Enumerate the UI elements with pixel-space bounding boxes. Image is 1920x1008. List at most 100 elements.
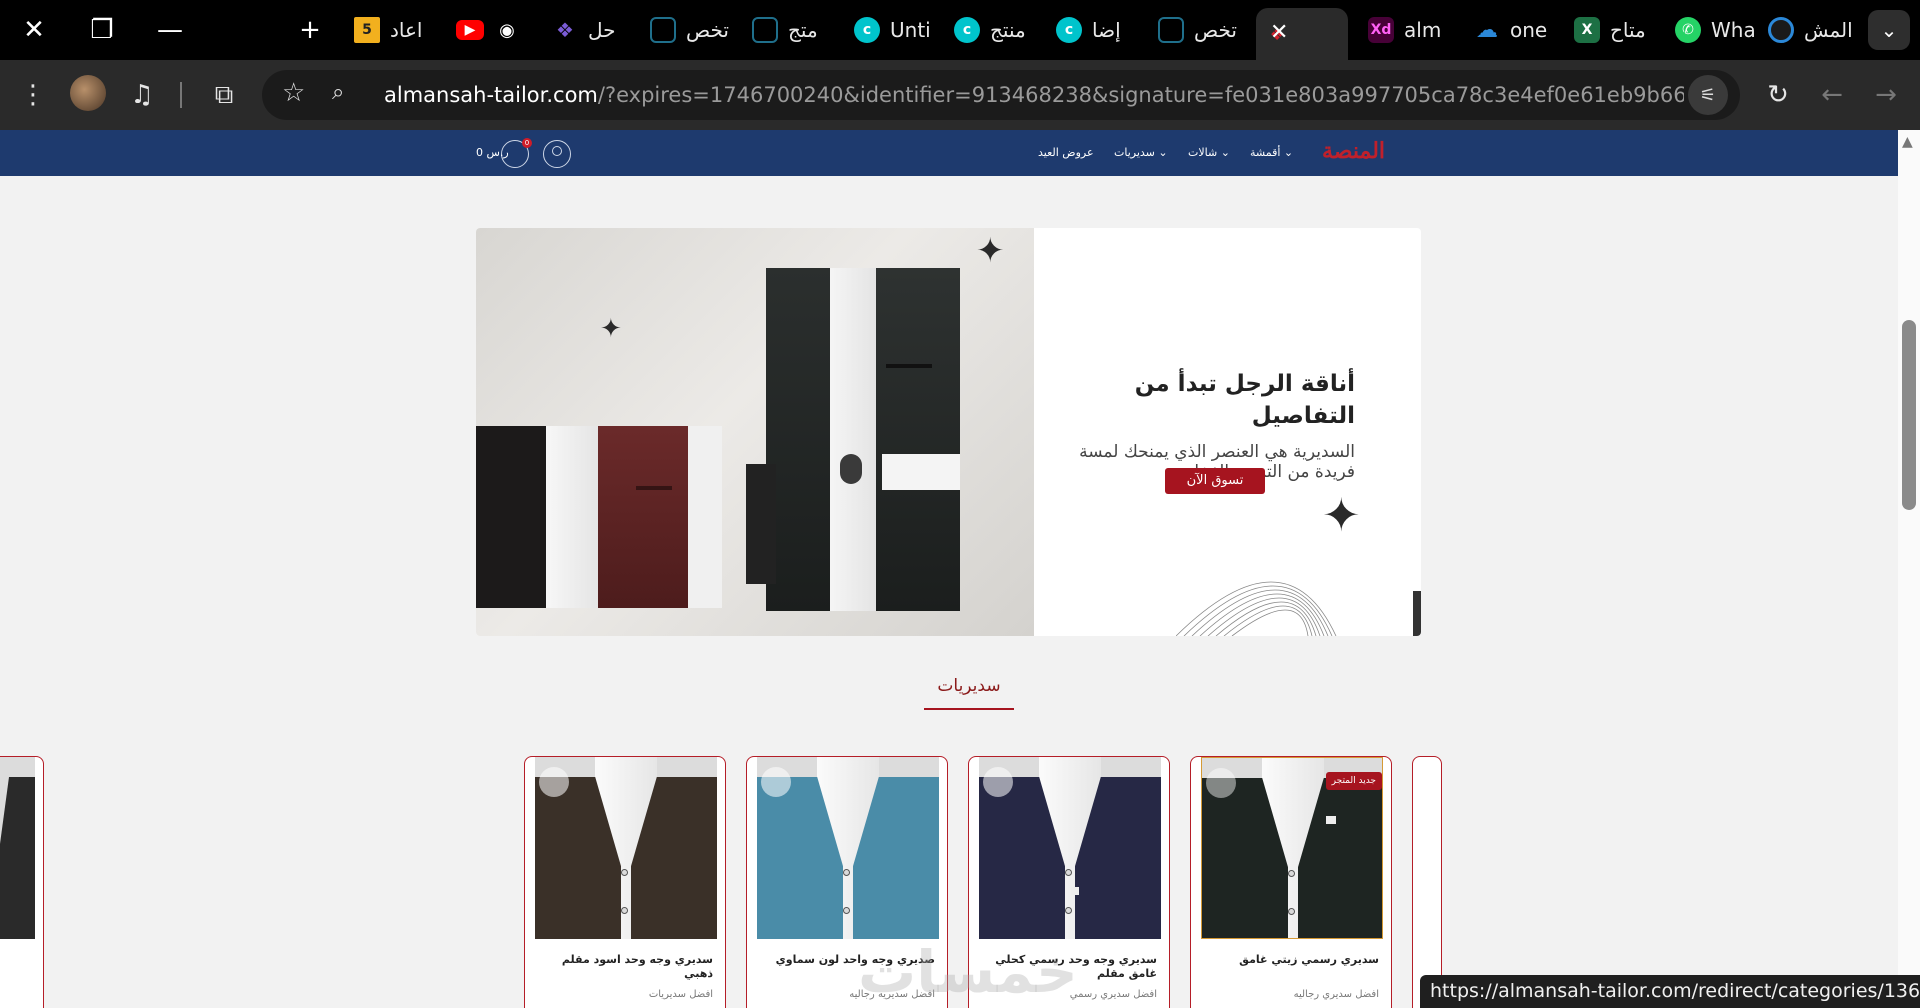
product-name[interactable]: سديري رسمي زيتي غامق bbox=[1203, 953, 1379, 967]
page-viewport: المنصة أقمشة ⌄ شالات ⌄ سديريات ⌄ عروض ال… bbox=[0, 130, 1898, 1008]
onedrive-icon: ☁ bbox=[1476, 17, 1498, 43]
restore-button[interactable]: ❐ bbox=[72, 0, 132, 60]
page-scrollbar[interactable]: ▲ bbox=[1898, 130, 1920, 1008]
cortana-icon bbox=[1768, 17, 1794, 43]
wishlist-button[interactable] bbox=[539, 767, 569, 797]
nav-eid-offers[interactable]: عروض العيد bbox=[1038, 130, 1094, 176]
tab-8[interactable]: c منتج bbox=[946, 12, 1046, 48]
tab-search-dropdown[interactable]: ⌄ bbox=[1868, 10, 1910, 50]
profile-avatar[interactable] bbox=[70, 75, 106, 111]
url-host: almansah-tailor.com bbox=[384, 83, 598, 107]
nav-shawls[interactable]: شالات ⌄ bbox=[1188, 130, 1230, 176]
inbox-icon bbox=[752, 17, 778, 43]
section-underline bbox=[924, 708, 1014, 710]
sparkle-icon: ✦ bbox=[600, 314, 622, 344]
nav-fabrics[interactable]: أقمشة ⌄ bbox=[1250, 130, 1293, 176]
tab-strip: ⌄ المش ✆ Wha X متاح ☁ one Xd alm ❖ ✕ تخص… bbox=[0, 0, 1920, 60]
tab-14[interactable]: 5 اعاد bbox=[346, 12, 446, 48]
hero-banner[interactable]: ✦ ✦ أناقة الرجل تبدأ من التفاصيل السديري… bbox=[476, 228, 1421, 636]
plus-icon: + bbox=[299, 15, 321, 45]
tab-title: one bbox=[1510, 18, 1548, 42]
playlist-icon: ♫ bbox=[130, 80, 154, 110]
slider-control[interactable] bbox=[1413, 591, 1421, 636]
forward-button[interactable]: → bbox=[1864, 73, 1908, 117]
xd-icon: Xd bbox=[1368, 17, 1394, 43]
hero-title: أناقة الرجل تبدأ من التفاصيل bbox=[1134, 371, 1355, 429]
inbox-icon bbox=[650, 17, 676, 43]
product-card[interactable]: جديد المتجر سديري رسمي زيتي غامق افضل سد… bbox=[1190, 756, 1392, 1008]
minimize-button[interactable]: — bbox=[140, 0, 200, 60]
tab-title: المش bbox=[1804, 18, 1853, 42]
product-name[interactable]: سديري وجه وحد اسود مقلم ذهبي bbox=[537, 953, 713, 981]
close-window-button[interactable]: ✕ bbox=[4, 0, 64, 60]
tab-9[interactable]: c Unti bbox=[846, 12, 946, 48]
tab-6[interactable]: تخص bbox=[1150, 12, 1254, 48]
puzzle-icon: ⧉ bbox=[214, 79, 234, 110]
tab-title: تخص bbox=[1194, 18, 1237, 42]
minimize-icon: — bbox=[157, 15, 183, 45]
product-card[interactable]: سديري وجه وحد اسود مقلم ذهبي افضل سديريا… bbox=[524, 756, 726, 1008]
tab-title: alm bbox=[1404, 18, 1442, 42]
diamond-icon: ❖ bbox=[556, 18, 574, 42]
tab-3[interactable]: ☁ one bbox=[1466, 12, 1566, 48]
wishlist-button[interactable] bbox=[983, 767, 1013, 797]
shop-now-button[interactable]: تسوق الآن bbox=[1165, 468, 1265, 494]
wishlist-button[interactable] bbox=[761, 767, 791, 797]
menu-button[interactable]: ⋮ bbox=[11, 73, 55, 117]
wishlist-button[interactable] bbox=[1206, 768, 1236, 798]
url-text[interactable]: almansah-tailor.com/?expires=1746700240&… bbox=[384, 70, 1684, 120]
scroll-up-icon[interactable]: ▲ bbox=[1902, 134, 1913, 150]
sparkle-icon: ✦ bbox=[976, 231, 1005, 271]
reload-button[interactable]: ↻ bbox=[1756, 73, 1800, 117]
section-title: سديريات bbox=[937, 676, 1001, 696]
canva-icon: c bbox=[1056, 17, 1082, 43]
more-vertical-icon: ⋮ bbox=[20, 80, 46, 110]
site-logo[interactable]: المنصة bbox=[1322, 138, 1385, 164]
cart-count-badge: 0 bbox=[522, 138, 532, 148]
tab-title: Wha bbox=[1711, 18, 1756, 42]
bookmark-star-icon[interactable]: ☆ bbox=[282, 78, 305, 108]
toolbar-divider bbox=[180, 82, 182, 108]
tab-title: متج bbox=[788, 18, 818, 42]
product-card-partial[interactable] bbox=[0, 756, 44, 1008]
site-settings-button[interactable]: ⚟ bbox=[1688, 75, 1728, 115]
chevron-down-icon: ⌄ bbox=[1220, 146, 1230, 159]
tab-7[interactable]: c إضا bbox=[1048, 12, 1148, 48]
tab-title: إضا bbox=[1092, 18, 1121, 42]
user-account-button[interactable] bbox=[543, 140, 571, 168]
nav-vests[interactable]: سديريات ⌄ bbox=[1114, 130, 1168, 176]
tab-10[interactable]: متج bbox=[744, 12, 844, 48]
product-card-partial[interactable] bbox=[1412, 756, 1442, 1008]
extensions-button[interactable]: ⧉ bbox=[202, 73, 246, 117]
url-path: /?expires=1746700240&identifier=91346823… bbox=[597, 83, 1684, 107]
tab-5-active[interactable]: ❖ ✕ bbox=[1256, 8, 1348, 60]
burgundy-vest-image bbox=[476, 426, 722, 608]
link-status-bubble: https://almansah-tailor.com/redirect/cat… bbox=[1420, 975, 1920, 1008]
address-bar[interactable]: ☆ ⌕ almansah-tailor.com/?expires=1746700… bbox=[262, 70, 1740, 120]
tab-2[interactable]: X متاح bbox=[1566, 12, 1666, 48]
excel-icon: X bbox=[1574, 17, 1600, 43]
zoom-icon[interactable]: ⌕ bbox=[332, 80, 344, 105]
chevron-down-icon: ⌄ bbox=[1880, 18, 1898, 42]
back-button[interactable]: ← bbox=[1810, 73, 1854, 117]
tab-0[interactable]: المش bbox=[1760, 12, 1860, 48]
tab-12[interactable]: ❖ حل bbox=[544, 12, 640, 48]
tab-13[interactable]: ▶ ◉ bbox=[448, 12, 542, 48]
media-controls-button[interactable]: ♫ bbox=[120, 73, 164, 117]
hero-photo: ✦ ✦ bbox=[476, 228, 1034, 636]
arrow-right-icon: → bbox=[1875, 80, 1897, 110]
reload-icon: ↻ bbox=[1767, 80, 1789, 110]
tab-4[interactable]: Xd alm bbox=[1360, 12, 1464, 48]
tab-close-icon[interactable]: ✕ bbox=[1270, 20, 1288, 45]
product-category[interactable]: افضل سديريات bbox=[537, 989, 713, 1000]
arrow-left-icon: ← bbox=[1821, 80, 1843, 110]
product-category[interactable]: افضل سديري رجاليه bbox=[1203, 989, 1379, 1000]
canva-icon: c bbox=[954, 17, 980, 43]
tab-title: متاح bbox=[1610, 18, 1646, 42]
close-icon: ✕ bbox=[23, 15, 45, 45]
tab-11[interactable]: تخص bbox=[642, 12, 742, 48]
new-tab-button[interactable]: + bbox=[280, 0, 340, 60]
tab-1[interactable]: ✆ Wha bbox=[1667, 12, 1763, 48]
scrollbar-thumb[interactable] bbox=[1902, 320, 1916, 510]
tab-title: تخص bbox=[686, 18, 729, 42]
